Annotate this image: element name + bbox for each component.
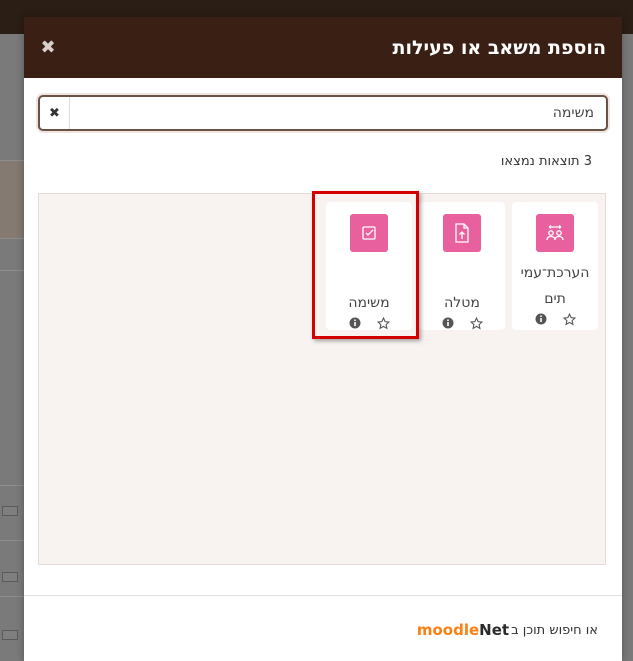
background-panel (0, 160, 24, 238)
background-divider (0, 238, 24, 239)
moodlenet-link[interactable]: או חיפוש תוכן ב moodle Net (417, 621, 598, 639)
activity-card-label: מטלה (444, 295, 480, 311)
background-divider (0, 540, 24, 541)
card-actions (534, 312, 576, 326)
results-count: 3 תוצאות נמצאו (500, 154, 592, 169)
background-image-icon (2, 572, 18, 582)
info-icon[interactable] (441, 316, 455, 330)
activity-card-label-line: תים (544, 291, 566, 307)
activity-card-assignment[interactable]: מטלה (419, 202, 505, 330)
modal-title: הוספת משאב או פעילות (392, 36, 606, 59)
logo-part: moodle (416, 621, 480, 639)
search-box: ✖ (38, 95, 608, 131)
activity-card-label: הערכת־עמי תים (513, 260, 597, 312)
file-upload-icon (443, 214, 481, 252)
footer-text: או חיפוש תוכן ב (511, 622, 598, 638)
activity-card-label-line: הערכת־עמי (520, 265, 590, 281)
highlight-box (312, 191, 419, 339)
peer-assessment-icon (536, 214, 574, 252)
background-divider (0, 596, 24, 597)
background-divider (0, 160, 24, 161)
close-icon[interactable]: ✖ (38, 37, 58, 58)
card-actions (441, 316, 483, 330)
star-icon[interactable] (469, 316, 483, 330)
background-image-icon (2, 506, 18, 516)
background-divider (0, 485, 24, 486)
clear-icon[interactable]: ✖ (40, 97, 70, 129)
activity-card-peer-assessment[interactable]: הערכת־עמי תים (512, 202, 598, 330)
footer-divider (24, 595, 622, 596)
search-input[interactable] (70, 97, 606, 129)
moodlenet-logo: moodle Net (417, 621, 509, 639)
add-activity-modal: הוספת משאב או פעילות ✖ ✖ 3 תוצאות נמצאו … (24, 17, 622, 661)
background-divider (0, 270, 24, 271)
star-icon[interactable] (562, 312, 576, 326)
logo-part: Net (479, 621, 510, 639)
info-icon[interactable] (534, 312, 548, 326)
modal-header: הוספת משאב או פעילות ✖ (24, 17, 622, 78)
background-image-icon (2, 630, 18, 640)
